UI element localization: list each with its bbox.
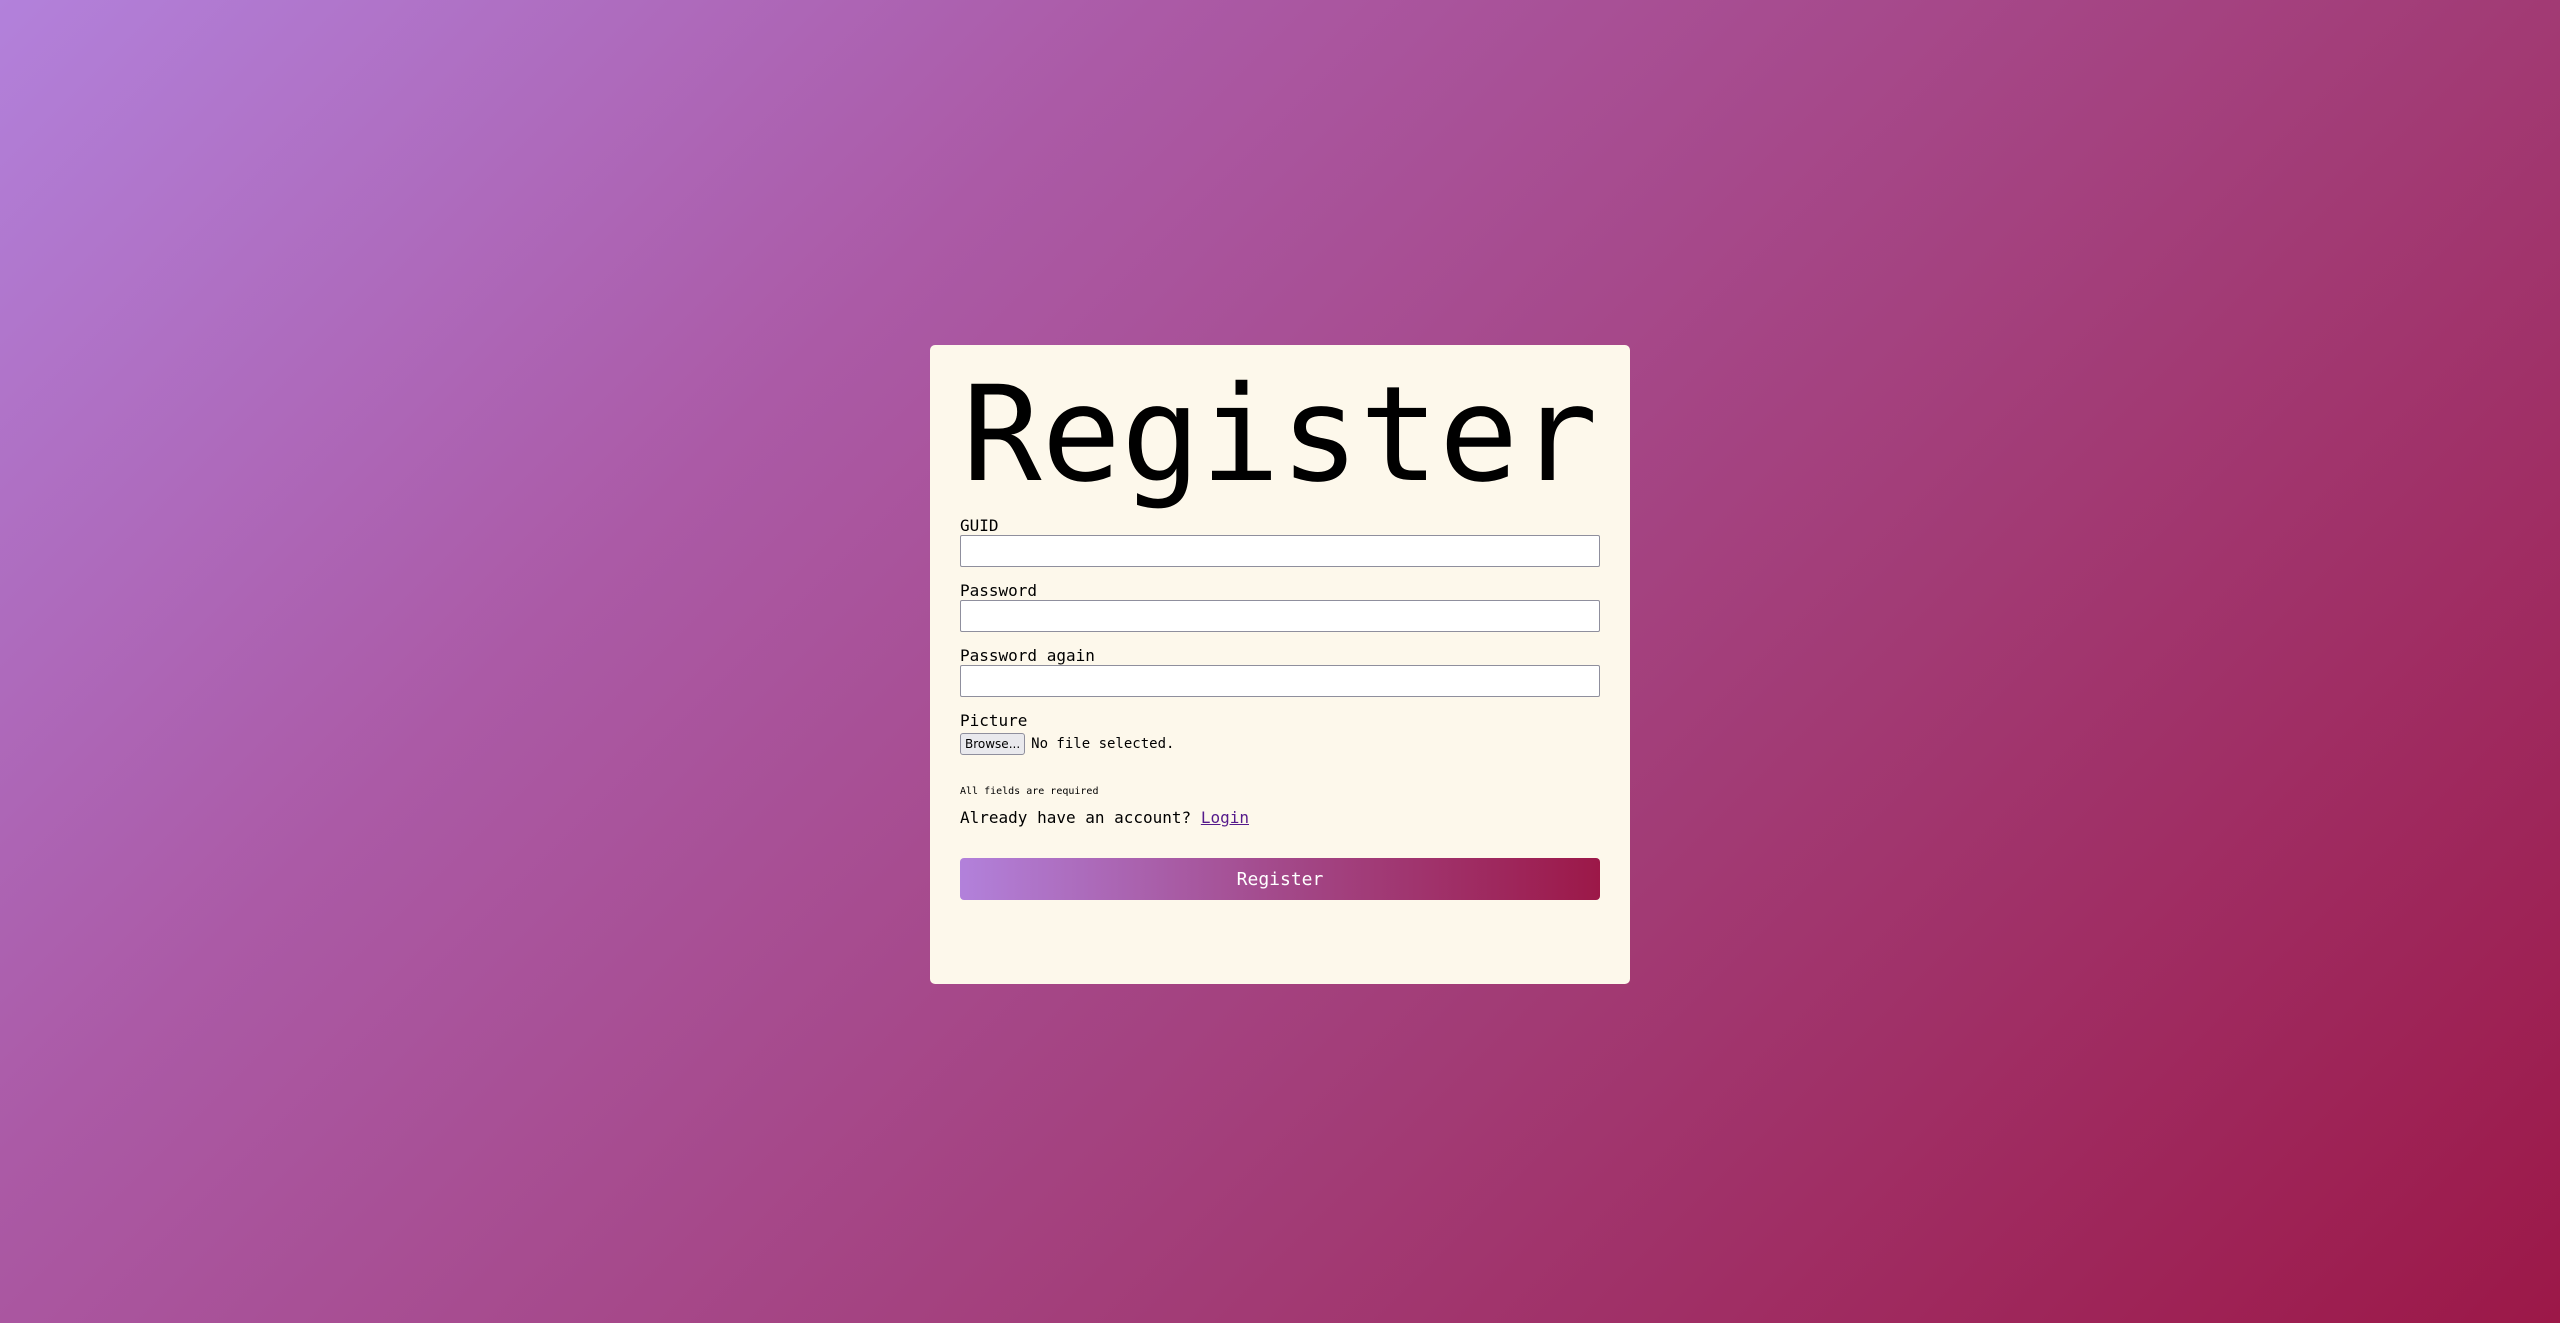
password-input[interactable] xyxy=(960,600,1600,632)
guid-field-group: GUID xyxy=(960,517,1600,567)
login-prompt-text: Already have an account? xyxy=(960,808,1192,827)
register-card: Register GUID Password Password again Pi… xyxy=(930,345,1630,984)
password-again-field-group: Password again xyxy=(960,647,1600,697)
page-title: Register xyxy=(962,358,1598,512)
picture-file-picker: Browse... No file selected. xyxy=(960,732,1600,756)
guid-label: GUID xyxy=(960,516,999,535)
page-background: { "form": { "title": "Register", "fields… xyxy=(0,0,2560,1323)
password-again-label: Password again xyxy=(960,646,1095,665)
picture-label: Picture xyxy=(960,711,1028,730)
password-field-group: Password xyxy=(960,582,1600,632)
register-button[interactable]: Register xyxy=(960,858,1600,900)
browse-button[interactable]: Browse... xyxy=(960,733,1026,755)
required-fields-note: All fields are required xyxy=(960,786,1099,797)
login-prompt: Already have an account? Login xyxy=(960,808,1600,828)
guid-input[interactable] xyxy=(960,535,1600,567)
file-status-text: No file selected. xyxy=(1031,736,1175,752)
password-again-input[interactable] xyxy=(960,665,1600,697)
login-link[interactable]: Login xyxy=(1201,808,1249,827)
picture-field-group: Picture Browse... No file selected. xyxy=(960,712,1600,756)
password-label: Password xyxy=(960,581,1038,600)
